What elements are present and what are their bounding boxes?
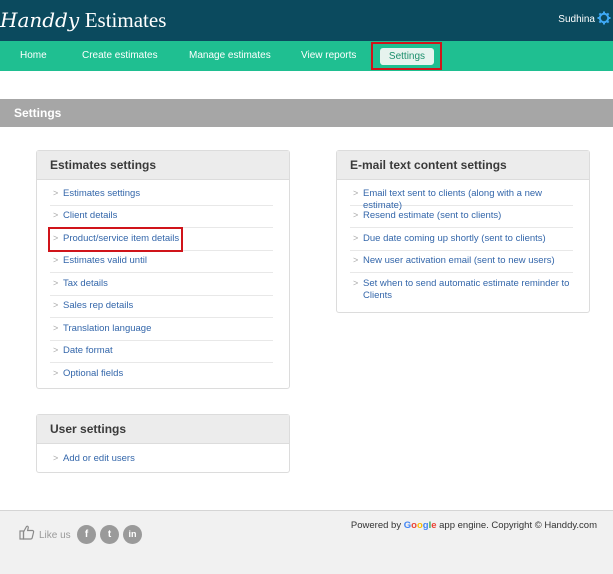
link-translation-language[interactable]: Translation language [63,323,273,335]
list-item[interactable]: > Resend estimate (sent to clients) [350,210,573,228]
list-item[interactable]: > Add or edit users [50,453,273,469]
nav-manage-estimates[interactable]: Manage estimates [189,50,271,61]
link-add-or-edit-users[interactable]: Add or edit users [63,453,273,465]
list-item[interactable]: > New user activation email (sent to new … [350,255,573,273]
list-item[interactable]: > Estimates settings [50,188,273,206]
link-estimates-valid-until[interactable]: Estimates valid until [63,255,273,267]
estimates-settings-header: Estimates settings [37,151,289,180]
chevron-right-icon: > [53,345,59,355]
linkedin-icon[interactable]: in [123,525,142,544]
list-item[interactable]: > Translation language [50,323,273,341]
app-logo[interactable]: Handdy Estimates [0,8,166,33]
email-settings-header: E-mail text content settings [337,151,589,180]
nav-settings-highlight [371,42,442,70]
product-service-highlight [48,227,183,252]
google-logo: Google [404,520,437,531]
estimates-settings-panel: Estimates settings > Estimates settings >… [36,150,290,389]
list-item[interactable]: > Date format [50,345,273,363]
link-resend-estimate[interactable]: Resend estimate (sent to clients) [363,210,573,222]
powered-suffix: app engine. Copyright © Handdy.com [439,520,597,531]
chevron-right-icon: > [353,278,359,288]
estimates-settings-title: Estimates settings [50,158,157,172]
list-item[interactable]: > Email text sent to clients (along with … [350,188,573,211]
logo-script: Handdy [0,8,80,32]
link-new-user-activation[interactable]: New user activation email (sent to new u… [363,255,573,267]
chevron-right-icon: > [53,278,59,288]
twitter-icon[interactable]: t [100,525,119,544]
list-item[interactable]: > Set when to send automatic estimate rem… [350,278,573,306]
chevron-right-icon: > [353,210,359,220]
user-settings-panel: User settings > Add or edit users [36,414,290,473]
chevron-right-icon: > [53,188,59,198]
list-item[interactable]: > Client details [50,210,273,228]
link-date-format[interactable]: Date format [63,345,273,357]
user-settings-title: User settings [50,422,127,436]
chevron-right-icon: > [353,233,359,243]
chevron-right-icon: > [53,300,59,310]
page-header-bar: Settings [0,99,613,127]
user-settings-header: User settings [37,415,289,444]
chevron-right-icon: > [53,368,59,378]
gear-icon[interactable] [597,11,611,25]
page-title: Settings [14,106,62,120]
link-optional-fields[interactable]: Optional fields [63,368,273,380]
link-estimates-settings[interactable]: Estimates settings [63,188,273,200]
powered-by-text: Powered by Google app engine. Copyright … [351,520,597,531]
chevron-right-icon: > [353,188,359,198]
link-due-date-coming-up[interactable]: Due date coming up shortly (sent to clie… [363,233,573,245]
like-us-label: Like us [39,530,71,541]
list-item[interactable]: > Due date coming up shortly (sent to cli… [350,233,573,251]
nav-view-reports[interactable]: View reports [301,50,356,61]
email-settings-panel: E-mail text content settings > Email text… [336,150,590,313]
chevron-right-icon: > [53,323,59,333]
thumbs-up-icon[interactable] [19,524,35,540]
list-item[interactable]: > Tax details [50,278,273,296]
top-header: Handdy Estimates Sudhina [0,0,613,41]
chevron-right-icon: > [353,255,359,265]
link-sales-rep-details[interactable]: Sales rep details [63,300,273,312]
user-name[interactable]: Sudhina [558,14,595,25]
main-nav: Home Create estimates Manage estimates V… [0,41,613,71]
email-settings-title: E-mail text content settings [350,158,507,172]
google-letter: e [431,520,437,531]
nav-home[interactable]: Home [20,50,47,61]
powered-prefix: Powered by [350,520,402,531]
facebook-icon[interactable]: f [77,525,96,544]
link-automatic-reminder[interactable]: Set when to send automatic estimate remi… [363,278,573,302]
nav-create-estimates[interactable]: Create estimates [82,50,158,61]
link-tax-details[interactable]: Tax details [63,278,273,290]
chevron-right-icon: > [53,210,59,220]
list-item[interactable]: > Sales rep details [50,300,273,318]
link-client-details[interactable]: Client details [63,210,273,222]
chevron-right-icon: > [53,255,59,265]
logo-text: Estimates [84,8,167,32]
chevron-right-icon: > [53,453,59,463]
list-item[interactable]: > Optional fields [50,368,273,384]
list-item[interactable]: > Estimates valid until [50,255,273,273]
link-email-new-estimate[interactable]: Email text sent to clients (along with a… [363,188,573,212]
